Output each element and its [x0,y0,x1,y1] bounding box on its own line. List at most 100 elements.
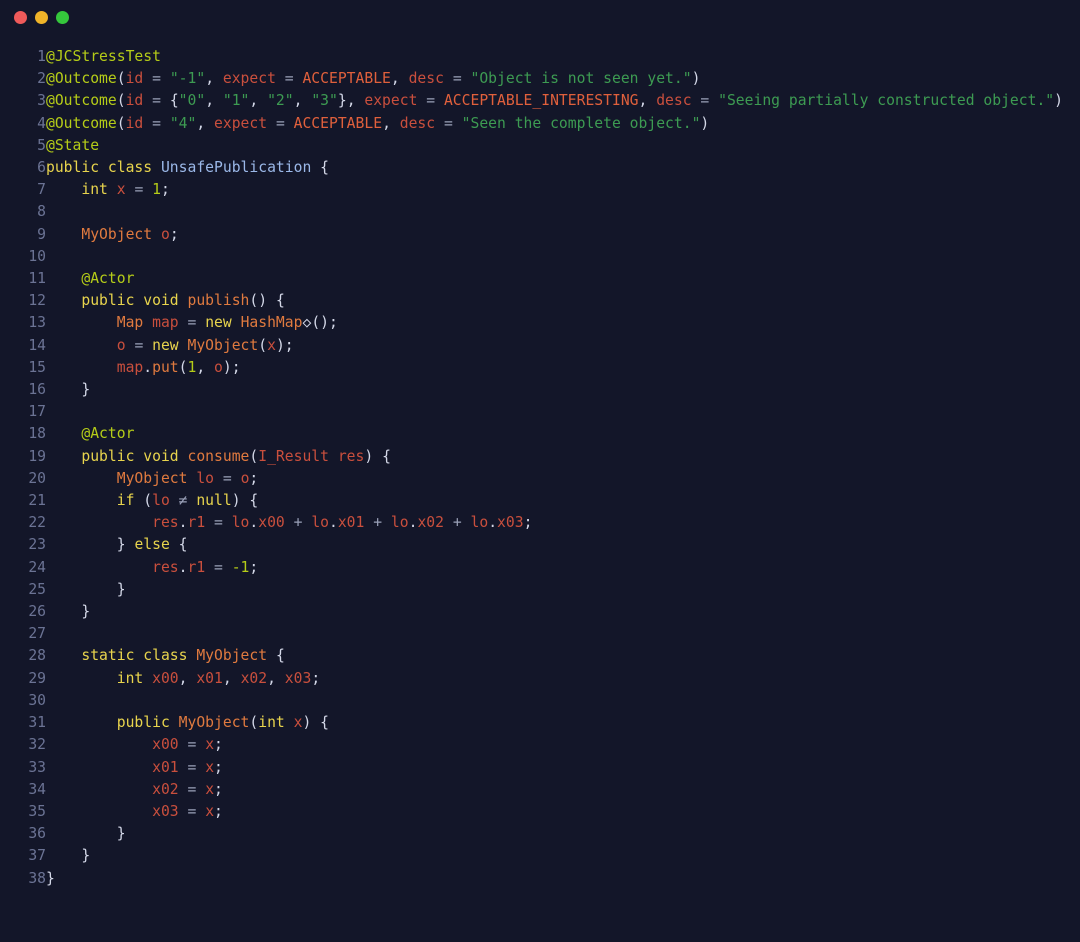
code-line: 35 x03 = x; [0,801,1070,823]
line-content[interactable]: x01 = x; [46,757,1070,779]
code-line: 30 [0,690,1070,712]
code-line: 24 res.r1 = -1; [0,557,1070,579]
code-line: 21 if (lo ≠ null) { [0,490,1070,512]
code-line: 19 public void consume(I_Result res) { [0,446,1070,468]
line-number: 13 [28,314,46,332]
code-line: 20 MyObject lo = o; [0,468,1070,490]
line-content[interactable]: public void publish() { [46,290,1070,312]
code-line: 37 } [0,845,1070,867]
code-line: 36 } [0,823,1070,845]
code-line: 5 @State [0,135,1070,157]
code-line: 6 public class UnsafePublication { [0,157,1070,179]
line-content[interactable]: } [46,601,1070,623]
line-content[interactable]: @Actor [46,423,1070,445]
line-content[interactable]: MyObject o; [46,224,1070,246]
line-content[interactable]: @Outcome(id = {"0", "1", "2", "3"}, expe… [46,90,1070,112]
code-line: 15 map.put(1, o); [0,357,1070,379]
line-content[interactable]: public void consume(I_Result res) { [46,446,1070,468]
code-line: 9 MyObject o; [0,224,1070,246]
code-line: 13 Map map = new HashMap◇(); [0,312,1070,334]
line-number: 16 [28,381,46,399]
line-number: 24 [28,558,46,576]
code-line: 31 public MyObject(int x) { [0,712,1070,734]
line-number: 20 [28,469,46,487]
line-content[interactable]: int x00, x01, x02, x03; [46,668,1070,690]
code-line: 4 @Outcome(id = "4", expect = ACCEPTABLE,… [0,113,1070,135]
code-line: 8 [0,201,1070,223]
code-line: 23 } else { [0,534,1070,556]
close-button[interactable] [14,10,27,24]
line-number: 1 [37,48,46,65]
line-number: 14 [28,336,46,354]
line-number: 22 [28,514,46,532]
code-area[interactable]: 1 @JCStressTest 2 @Outcome(id = "-1", expec… [0,34,1080,942]
line-content[interactable]: } [46,845,1070,867]
line-number: 29 [28,669,46,687]
code-line: 38} [0,868,1070,890]
line-content[interactable]: } [46,579,1070,601]
code-line: 11 @Actor [0,268,1070,290]
line-content[interactable]: } [46,868,1070,890]
line-content[interactable] [46,623,1070,645]
line-number: 23 [28,536,46,554]
maximize-button[interactable] [56,10,69,24]
line-number: 21 [28,492,46,510]
line-number: 27 [28,625,46,643]
line-number: 34 [28,780,46,798]
line-content[interactable]: @Outcome(id = "-1", expect = ACCEPTABLE,… [46,68,1070,90]
line-content[interactable] [46,690,1070,712]
line-number: 28 [28,647,46,665]
line-content[interactable]: Map map = new HashMap◇(); [46,312,1070,334]
code-line: 16 } [0,379,1070,401]
code-line: 25 } [0,579,1070,601]
code-line: 28 static class MyObject { [0,645,1070,667]
line-number: 37 [28,847,46,865]
line-content[interactable]: @State [46,135,1070,157]
line-content[interactable]: @Outcome(id = "4", expect = ACCEPTABLE, … [46,113,1070,135]
line-content[interactable]: public MyObject(int x) { [46,712,1070,734]
code-line: 1 @JCStressTest [0,46,1070,68]
line-content[interactable] [46,401,1070,423]
line-content[interactable]: o = new MyObject(x); [46,335,1070,357]
line-number: 7 [37,181,46,199]
line-number: 36 [28,825,46,843]
line-number: 31 [28,714,46,732]
line-number: 17 [28,403,46,421]
line-content[interactable]: res.r1 = lo.x00 + lo.x01 + lo.x02 + lo.x… [46,512,1070,534]
line-content[interactable]: if (lo ≠ null) { [46,490,1070,512]
code-line: 17 [0,401,1070,423]
line-content[interactable]: @JCStressTest [46,46,1070,68]
line-number: 9 [37,225,46,243]
code-line: 32 x00 = x; [0,734,1070,756]
code-line: 22 res.r1 = lo.x00 + lo.x01 + lo.x02 + l… [0,512,1070,534]
code-line: 33 x01 = x; [0,757,1070,779]
line-content[interactable]: static class MyObject { [46,645,1070,667]
line-content[interactable]: public class UnsafePublication { [46,157,1070,179]
minimize-button[interactable] [35,10,48,24]
line-content[interactable]: map.put(1, o); [46,357,1070,379]
code-table: 1 @JCStressTest 2 @Outcome(id = "-1", expec… [0,46,1070,890]
line-content[interactable]: x00 = x; [46,734,1070,756]
line-content[interactable]: x03 = x; [46,801,1070,823]
line-content[interactable]: } [46,823,1070,845]
line-number: 10 [28,247,46,265]
line-number: 6 [37,159,46,177]
line-number: 18 [28,425,46,443]
line-number: 4 [37,114,46,132]
line-content[interactable]: @Actor [46,268,1070,290]
code-line: 29 int x00, x01, x02, x03; [0,668,1070,690]
code-line: 10 [0,246,1070,268]
line-content[interactable] [46,246,1070,268]
line-content[interactable]: res.r1 = -1; [46,557,1070,579]
line-content[interactable]: } else { [46,534,1070,556]
line-number: 5 [37,136,46,154]
line-number: 2 [37,70,46,88]
line-content[interactable]: } [46,379,1070,401]
line-content[interactable]: MyObject lo = o; [46,468,1070,490]
line-content[interactable]: int x = 1; [46,179,1070,201]
code-line: 12 public void publish() { [0,290,1070,312]
line-content[interactable] [46,201,1070,223]
line-number: 35 [28,802,46,820]
line-content[interactable]: x02 = x; [46,779,1070,801]
code-editor-window: 1 @JCStressTest 2 @Outcome(id = "-1", expec… [0,0,1080,942]
